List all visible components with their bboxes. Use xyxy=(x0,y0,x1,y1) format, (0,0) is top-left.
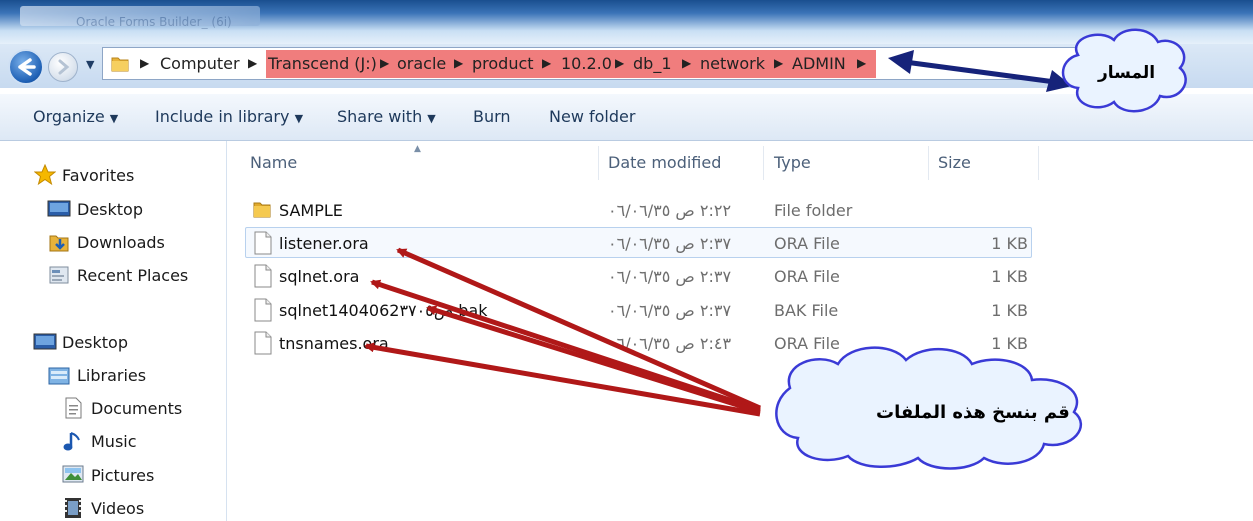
annotation-overlay xyxy=(364,28,1187,470)
copy-files-annotation-label: قم بنسخ هذه الملفات xyxy=(876,402,1070,423)
copy-files-arrows xyxy=(364,247,762,417)
path-annotation-label: المسار xyxy=(1098,63,1156,83)
path-arrow xyxy=(888,50,1072,92)
